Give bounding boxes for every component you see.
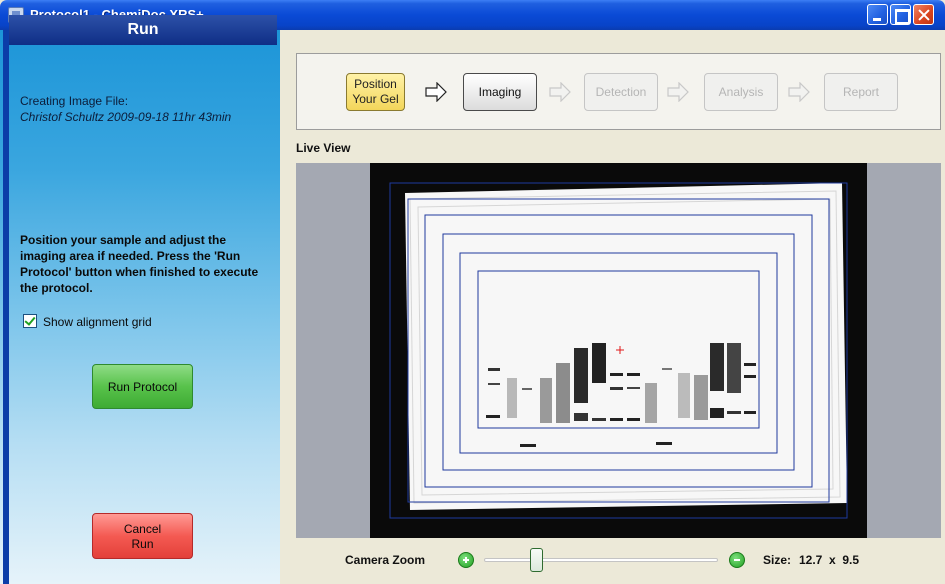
minimize-button[interactable] (867, 4, 888, 25)
zoom-slider-track[interactable] (484, 558, 718, 562)
gel-sheet (405, 183, 847, 510)
creating-image-label: Creating Image File: (20, 94, 129, 108)
gel-image (389, 182, 848, 519)
workflow-steps-panel: Position Your Gel Imaging Detection Anal… (296, 53, 941, 130)
camera-zoom-label: Camera Zoom (345, 553, 426, 567)
creating-image-filename: Christof Schultz 2009-09-18 11hr 43min (20, 110, 232, 124)
camera-zoom-bar: Camera Zoom Size: 12.7 x 9.5 (296, 540, 941, 580)
cancel-run-label-line2: Run (131, 537, 154, 551)
step-analysis[interactable]: Analysis (704, 73, 778, 111)
step-report[interactable]: Report (824, 73, 898, 111)
live-view-area[interactable] (296, 163, 941, 538)
step-position-line2: Your Gel (352, 92, 399, 106)
zoom-in-icon[interactable] (458, 552, 474, 568)
arrow-right-icon (667, 82, 689, 102)
zoom-slider-thumb[interactable] (530, 548, 543, 572)
zoom-out-icon[interactable] (729, 552, 745, 568)
cancel-run-button[interactable]: Cancel Run (92, 513, 193, 559)
step-position-line1: Position (354, 77, 397, 91)
show-alignment-grid-label[interactable]: Show alignment grid (43, 315, 152, 329)
show-alignment-grid-checkbox[interactable] (23, 314, 37, 328)
size-label: Size: (763, 553, 792, 567)
size-value: 12.7 x 9.5 (799, 553, 860, 567)
close-button[interactable] (913, 4, 934, 25)
maximize-button[interactable] (890, 4, 911, 25)
arrow-right-icon (549, 82, 571, 102)
arrow-right-icon (788, 82, 810, 102)
cancel-run-label-line1: Cancel (123, 522, 162, 536)
left-panel-edge (3, 30, 9, 584)
live-view-label: Live View (296, 141, 351, 155)
run-protocol-button[interactable]: Run Protocol (92, 364, 193, 409)
step-detection[interactable]: Detection (584, 73, 658, 111)
step-imaging[interactable]: Imaging (463, 73, 537, 111)
instructions-text: Position your sample and adjust the imag… (20, 233, 259, 295)
run-header: Run (9, 15, 277, 45)
arrow-right-icon (425, 82, 447, 102)
camera-feed[interactable] (370, 163, 867, 538)
step-position-your-gel[interactable]: Position Your Gel (346, 73, 405, 111)
